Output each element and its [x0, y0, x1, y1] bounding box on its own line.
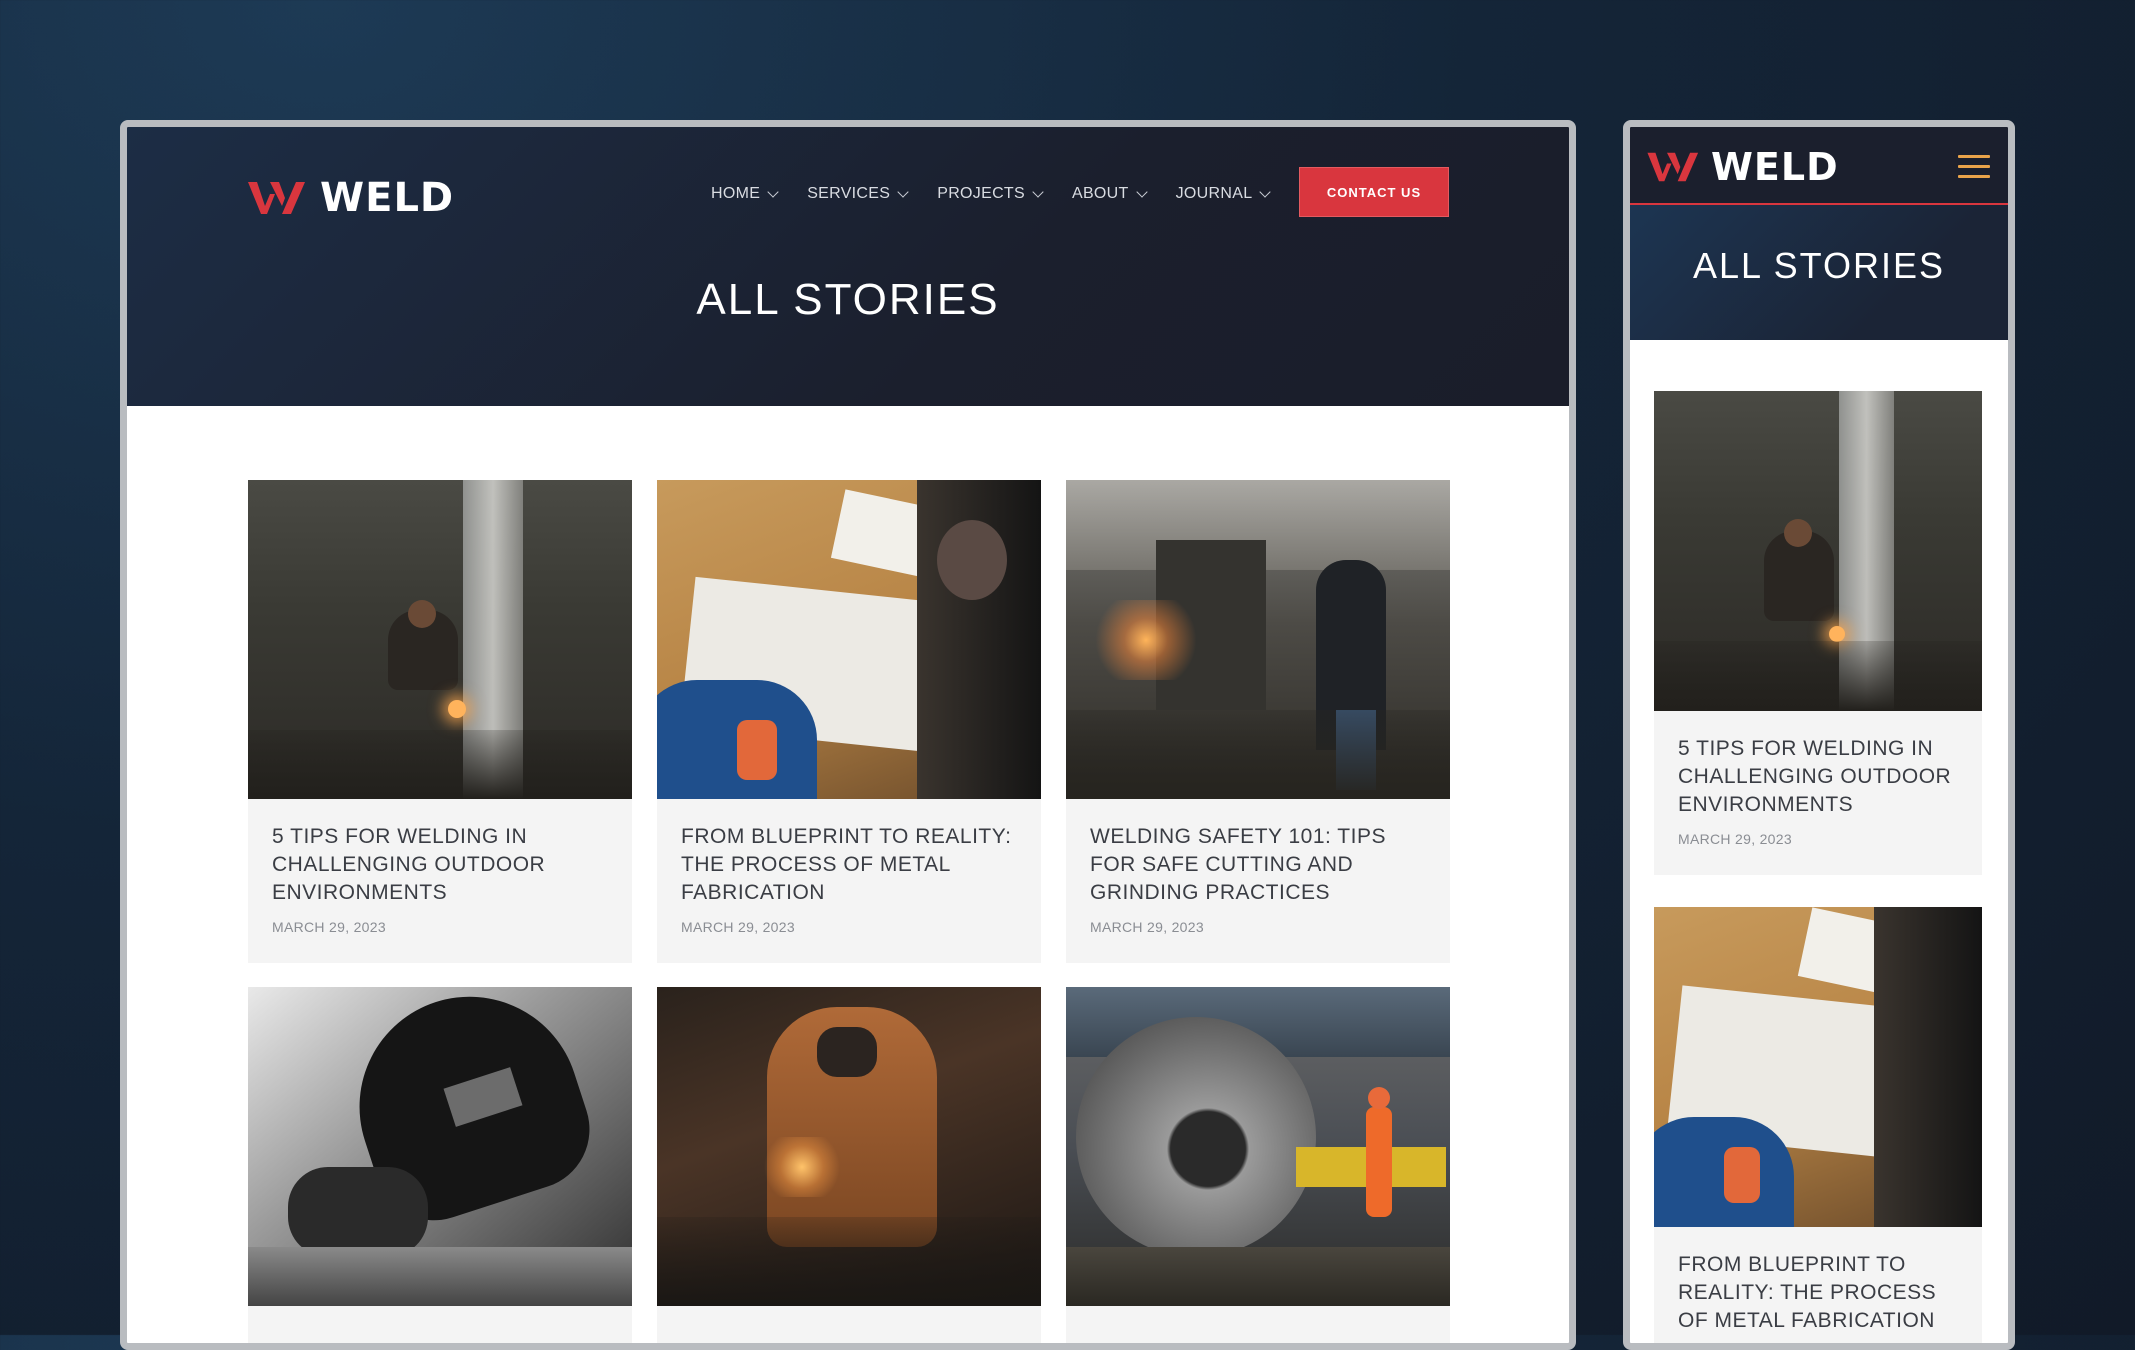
story-image[interactable] — [1654, 391, 1982, 711]
weld-logo-mark-icon — [1647, 152, 1699, 182]
story-date: MARCH 29, 2023 — [1090, 919, 1204, 935]
story-card[interactable] — [1066, 987, 1450, 1343]
story-title[interactable]: FROM BLUEPRINT TO REALITY: THE PROCESS O… — [681, 823, 1017, 907]
story-card[interactable] — [248, 987, 632, 1343]
story-card[interactable]: 5 TIPS FOR WELDING IN CHALLENGING OUTDOO… — [1654, 391, 1982, 875]
story-card[interactable] — [657, 987, 1041, 1343]
nav-item-about[interactable]: ABOUT — [1071, 185, 1148, 203]
nav-item-label: SERVICES — [807, 185, 891, 202]
chevron-down-icon — [1135, 186, 1148, 198]
page-title: ALL STORIES — [1692, 245, 1946, 286]
story-title[interactable]: WELDING SAFETY 101: TIPS FOR SAFE CUTTIN… — [1090, 823, 1426, 907]
story-image[interactable] — [1066, 987, 1450, 1306]
story-card[interactable]: 5 TIPS FOR WELDING IN CHALLENGING OUTDOO… — [248, 480, 632, 963]
nav-item-label: PROJECTS — [937, 185, 1025, 202]
chevron-down-icon — [767, 186, 779, 198]
site-logo[interactable]: WELD — [1647, 145, 1839, 189]
hamburger-icon[interactable] — [1958, 155, 1990, 178]
nav-item-journal[interactable]: JOURNAL — [1175, 185, 1272, 203]
logo-text: WELD — [320, 175, 455, 221]
hero-header: WELD HOME SERVICES PROJECTS ABOUT JOURNA… — [127, 127, 1569, 406]
chevron-down-icon — [897, 186, 909, 198]
main-nav: HOME SERVICES PROJECTS ABOUT JOURNAL — [711, 185, 1299, 203]
nav-item-label: ABOUT — [1071, 185, 1129, 202]
site-logo[interactable]: WELD — [248, 175, 454, 221]
chevron-down-icon — [1259, 186, 1272, 198]
story-title[interactable]: 5 TIPS FOR WELDING IN CHALLENGING OUTDOO… — [272, 823, 608, 907]
story-image[interactable] — [657, 987, 1041, 1306]
nav-item-services[interactable]: SERVICES — [807, 185, 909, 203]
story-card[interactable]: FROM BLUEPRINT TO REALITY: THE PROCESS O… — [657, 480, 1041, 963]
story-date: MARCH 29, 2023 — [681, 919, 795, 935]
stories-grid: 5 TIPS FOR WELDING IN CHALLENGING OUTDOO… — [248, 480, 1450, 1343]
story-image[interactable] — [248, 987, 632, 1306]
desktop-preview: WELD HOME SERVICES PROJECTS ABOUT JOURNA… — [120, 120, 1576, 1350]
story-image[interactable] — [248, 480, 632, 799]
story-title[interactable]: FROM BLUEPRINT TO REALITY: THE PROCESS O… — [1678, 1251, 1958, 1335]
logo-text: WELD — [1711, 145, 1839, 189]
chevron-down-icon — [1032, 186, 1044, 198]
stories-list: 5 TIPS FOR WELDING IN CHALLENGING OUTDOO… — [1654, 391, 1982, 1343]
nav-item-label: JOURNAL — [1175, 185, 1253, 202]
story-card[interactable]: FROM BLUEPRINT TO REALITY: THE PROCESS O… — [1654, 907, 1982, 1343]
story-card[interactable]: WELDING SAFETY 101: TIPS FOR SAFE CUTTIN… — [1066, 480, 1450, 963]
story-image[interactable] — [657, 480, 1041, 799]
weld-logo-mark-icon — [248, 182, 305, 214]
nav-item-label: HOME — [711, 185, 761, 202]
story-image[interactable] — [1654, 907, 1982, 1227]
story-date: MARCH 29, 2023 — [272, 919, 386, 935]
mobile-preview: WELD ALL STORIES 5 TIPS FOR WELDING IN C… — [1623, 120, 2015, 1350]
story-image[interactable] — [1066, 480, 1450, 799]
mobile-hero: ALL STORIES — [1630, 205, 2008, 340]
nav-item-projects[interactable]: PROJECTS — [937, 185, 1044, 203]
contact-us-button[interactable]: CONTACT US — [1299, 167, 1449, 217]
story-title[interactable]: 5 TIPS FOR WELDING IN CHALLENGING OUTDOO… — [1678, 735, 1958, 819]
page-title: ALL STORIES — [696, 275, 1000, 324]
story-date: MARCH 29, 2023 — [1678, 831, 1792, 847]
nav-item-home[interactable]: HOME — [711, 185, 779, 203]
mobile-header: WELD — [1630, 127, 2008, 205]
